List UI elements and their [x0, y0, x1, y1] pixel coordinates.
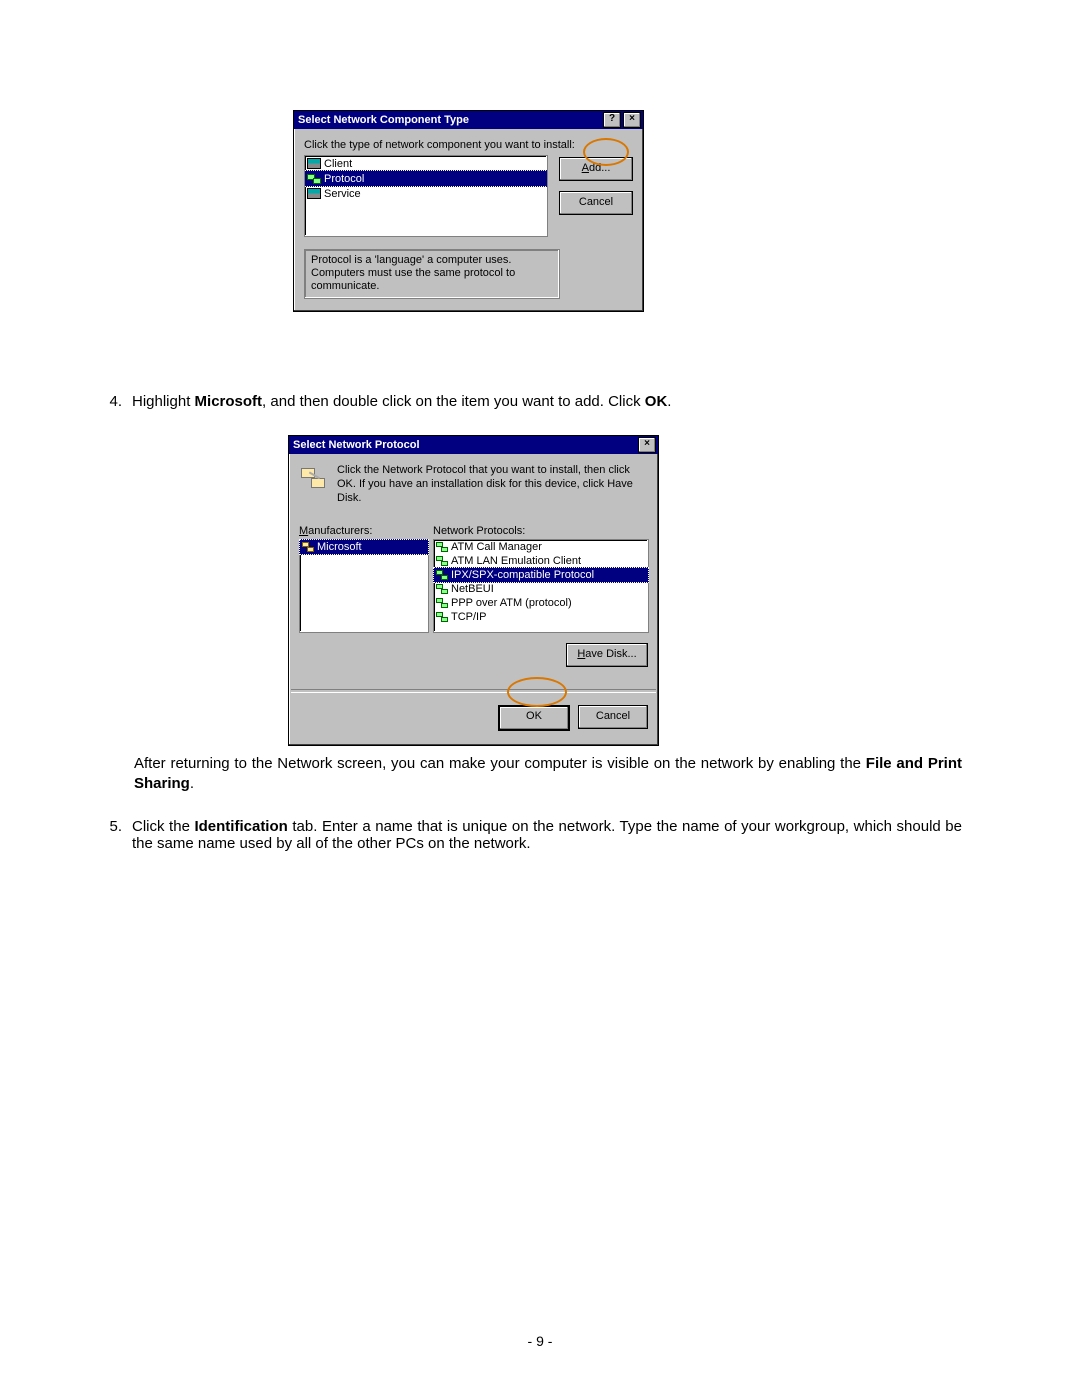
paragraph: After returning to the Network screen, y…: [134, 754, 962, 793]
protocol-icon: [436, 584, 448, 594]
dialog1-instruction: Click the type of network component you …: [304, 139, 633, 151]
dialog2-titlebar: Select Network Protocol ×: [289, 436, 658, 454]
help-icon[interactable]: ?: [603, 112, 621, 128]
dialog2-instruction: Click the Network Protocol that you want…: [337, 464, 648, 505]
protocols-list[interactable]: ATM Call Manager ATM LAN Emulation Clien…: [433, 539, 649, 633]
protocol-icon: [436, 556, 448, 566]
step-5: 5. Click the Identification tab. Enter a…: [100, 818, 962, 866]
close-icon[interactable]: ×: [638, 437, 656, 453]
list-item[interactable]: ATM Call Manager: [434, 540, 648, 554]
select-component-type-dialog: Select Network Component Type ? × Click …: [293, 110, 644, 312]
dialog1-title: Select Network Component Type: [298, 114, 469, 126]
protocol-icon: [307, 174, 321, 184]
list-item[interactable]: TCP/IP: [434, 610, 648, 624]
protocol-icon: [436, 612, 448, 622]
add-button[interactable]: Add...: [559, 157, 633, 181]
list-item-label: IPX/SPX-compatible Protocol: [451, 569, 594, 581]
step-number: 4.: [100, 393, 122, 410]
list-item-label: Microsoft: [317, 541, 362, 553]
list-item-label: TCP/IP: [451, 611, 486, 623]
select-network-protocol-dialog: Select Network Protocol × Click the Netw…: [288, 435, 659, 746]
list-item-label: ATM Call Manager: [451, 541, 542, 553]
component-type-list[interactable]: Client Protocol Service: [304, 155, 548, 237]
protocol-icon: [436, 570, 448, 580]
manufacturers-list[interactable]: Microsoft: [299, 539, 429, 633]
manufacturers-label: Manufacturers:: [299, 525, 429, 537]
protocol-icon: [436, 598, 448, 608]
list-item-label: Protocol: [324, 173, 364, 185]
list-item[interactable]: ATM LAN Emulation Client: [434, 554, 648, 568]
dialog2-title: Select Network Protocol: [293, 439, 420, 451]
cancel-button[interactable]: Cancel: [578, 705, 648, 729]
step-number: 5.: [100, 818, 122, 852]
service-icon: [307, 188, 321, 199]
list-item-label: PPP over ATM (protocol): [451, 597, 572, 609]
ok-button[interactable]: OK: [498, 705, 570, 731]
list-item-label: Service: [324, 188, 361, 200]
protocol-icon: [299, 464, 327, 492]
protocols-label: Network Protocols:: [433, 525, 649, 537]
list-item[interactable]: NetBEUI: [434, 582, 648, 596]
list-item-label: ATM LAN Emulation Client: [451, 555, 581, 567]
manufacturer-icon: [302, 542, 314, 552]
close-icon[interactable]: ×: [623, 112, 641, 128]
list-item-microsoft[interactable]: Microsoft: [299, 539, 429, 555]
dialog1-titlebar: Select Network Component Type ? ×: [294, 111, 643, 129]
client-icon: [307, 158, 321, 169]
step-text: Click the Identification tab. Enter a na…: [132, 818, 962, 852]
step-4: 4. Highlight Microsoft, and then double …: [100, 393, 980, 424]
cancel-button[interactable]: Cancel: [559, 191, 633, 215]
list-item-ipxspx[interactable]: IPX/SPX-compatible Protocol: [433, 567, 649, 583]
page-number: - 9 -: [0, 1333, 1080, 1349]
step-text: Highlight Microsoft, and then double cli…: [132, 393, 980, 410]
divider: [291, 689, 656, 693]
list-item-client[interactable]: Client: [305, 156, 547, 171]
list-item[interactable]: PPP over ATM (protocol): [434, 596, 648, 610]
list-item-label: Client: [324, 158, 352, 170]
component-description: Protocol is a 'language' a computer uses…: [304, 249, 560, 299]
have-disk-button[interactable]: Have Disk...: [566, 643, 648, 667]
list-item-protocol[interactable]: Protocol: [304, 170, 548, 187]
protocol-icon: [436, 542, 448, 552]
list-item-service[interactable]: Service: [305, 186, 547, 201]
list-item-label: NetBEUI: [451, 583, 494, 595]
